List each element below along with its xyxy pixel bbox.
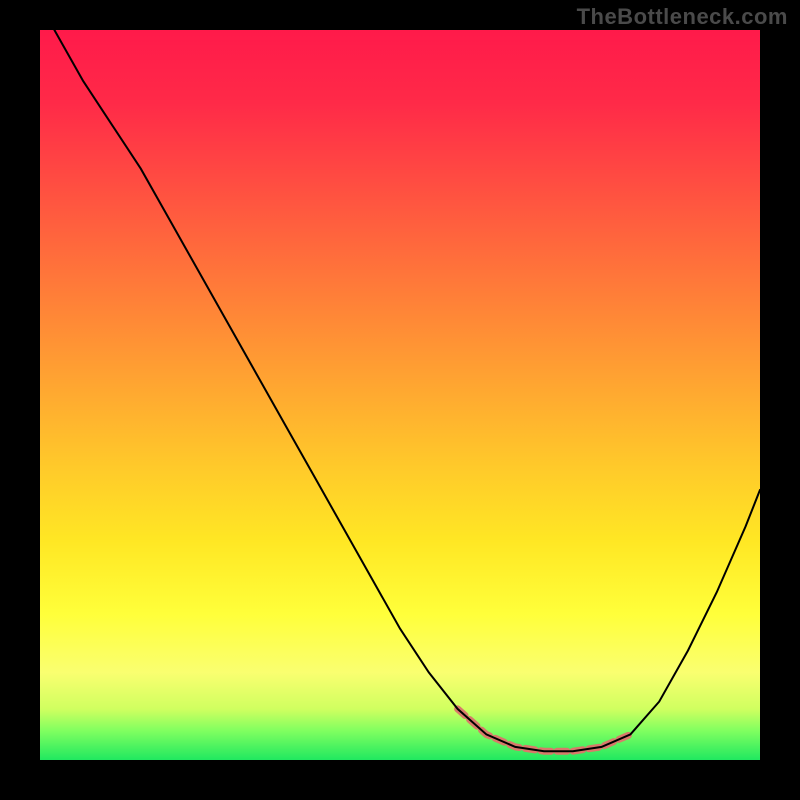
chart-svg <box>40 30 760 760</box>
watermark-text: TheBottleneck.com <box>577 4 788 30</box>
plot-area <box>40 30 760 760</box>
gradient-background <box>40 30 760 760</box>
chart-container: TheBottleneck.com <box>0 0 800 800</box>
